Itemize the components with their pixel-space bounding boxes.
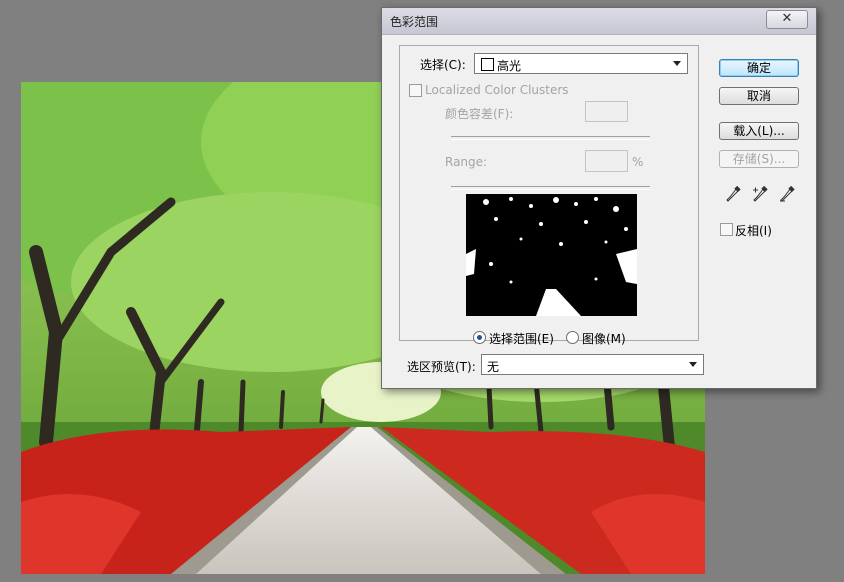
fuzziness-label: 颜色容差(F): <box>445 107 514 121</box>
options-group: 选择(C): 高光 Localized Color Clusters 颜色容差(… <box>399 45 699 346</box>
eyedropper-plus-icon[interactable] <box>752 186 768 204</box>
range-label: Range: <box>445 155 488 169</box>
localized-color-clusters-checkbox[interactable] <box>409 84 422 97</box>
chevron-down-icon <box>689 362 697 367</box>
selection-preview-label: 选区预览(T): <box>407 360 476 374</box>
select-value: 高光 <box>497 59 522 73</box>
select-dropdown[interactable]: 高光 <box>474 53 688 74</box>
image-radio-label: 图像(M) <box>582 332 626 346</box>
ok-button[interactable]: 确定 <box>719 59 799 77</box>
fuzziness-input[interactable] <box>585 101 628 122</box>
invert-label: 反相(I) <box>735 224 772 238</box>
load-button[interactable]: 载入(L)... <box>719 122 799 140</box>
localized-color-clusters-label: Localized Color Clusters <box>425 83 569 97</box>
select-label: 选择(C): <box>420 58 466 72</box>
chevron-down-icon <box>673 61 681 66</box>
selection-preview-dropdown[interactable]: 无 <box>481 354 704 375</box>
selection-radio-label: 选择范围(E) <box>489 332 554 346</box>
mask-preview-image <box>466 194 637 316</box>
color-range-dialog: 色彩范围 ✕ 选择(C): 高光 Localized Color Cluster… <box>381 7 817 389</box>
cancel-button[interactable]: 取消 <box>719 87 799 105</box>
selection-preview <box>466 194 637 316</box>
dialog-title: 色彩范围 <box>390 15 439 29</box>
save-button[interactable]: 存储(S)... <box>719 150 799 168</box>
selection-preview-value: 无 <box>487 360 500 374</box>
range-slider[interactable] <box>451 186 650 190</box>
eyedropper-minus-icon[interactable] <box>779 186 795 204</box>
highlights-swatch-icon <box>481 58 494 71</box>
range-input[interactable] <box>585 150 628 172</box>
eyedropper-icon[interactable] <box>725 186 741 204</box>
range-percent-unit: % <box>632 155 644 169</box>
invert-checkbox[interactable] <box>720 223 733 236</box>
image-radio[interactable] <box>566 331 579 344</box>
selection-radio[interactable] <box>473 331 486 344</box>
dialog-titlebar[interactable]: 色彩范围 ✕ <box>382 8 816 35</box>
close-button[interactable]: ✕ <box>766 10 808 29</box>
fuzziness-slider[interactable] <box>451 136 650 140</box>
